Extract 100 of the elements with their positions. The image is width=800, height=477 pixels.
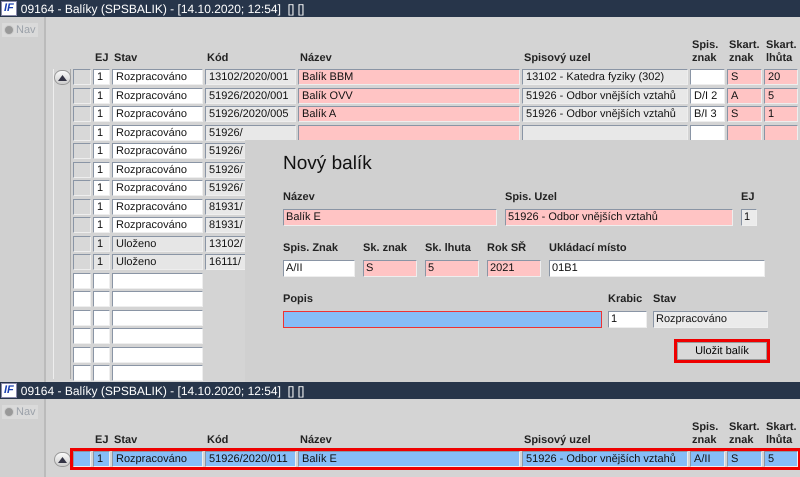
table-cell: Balík OVV bbox=[298, 88, 520, 104]
column-header: Spis. znak bbox=[692, 421, 720, 447]
table-cell: 1 bbox=[93, 451, 110, 467]
field-label: Popis bbox=[283, 293, 314, 305]
table-cell: Balík BBM bbox=[298, 69, 520, 85]
window-title: 09164 - Balíky (SPSBALIK) - [14.10.2020; 12:54] [] [] bbox=[20, 384, 304, 398]
field-label: Ukládací místo bbox=[549, 242, 628, 254]
table-cell: 20 bbox=[764, 69, 798, 85]
table-cell: 51926/2020/005 bbox=[205, 106, 296, 122]
column-header: Spisový uzel bbox=[524, 434, 592, 447]
input-field[interactable]: 2021 bbox=[487, 260, 541, 277]
row-selector[interactable] bbox=[73, 236, 91, 252]
column-header: Skart. lhůta bbox=[766, 39, 798, 65]
table-cell bbox=[727, 124, 762, 140]
table-cell: Rozpracováno bbox=[112, 162, 203, 178]
table-cell bbox=[690, 69, 725, 85]
row-selector[interactable] bbox=[73, 198, 91, 214]
table-cell: 5 bbox=[764, 451, 798, 467]
up-arrow-icon bbox=[58, 456, 66, 462]
table-cell: 1 bbox=[93, 236, 110, 252]
table-cell: 1 bbox=[93, 198, 110, 214]
table-cell: 13102/2020/001 bbox=[205, 69, 296, 85]
input-field[interactable]: 01B1 bbox=[549, 260, 765, 277]
input-field[interactable] bbox=[283, 311, 602, 328]
table-cell: Rozpracováno bbox=[112, 451, 203, 467]
table-cell: 51926/2020/011 bbox=[205, 451, 296, 467]
table-cell: 1 bbox=[93, 143, 110, 159]
table-cell: 1 bbox=[93, 180, 110, 196]
table-cell: 1 bbox=[93, 254, 110, 270]
row-selector[interactable] bbox=[73, 291, 91, 307]
row-selector[interactable] bbox=[73, 180, 91, 196]
table-cell bbox=[764, 124, 798, 140]
table-cell: Uloženo bbox=[112, 236, 203, 252]
column-header: Kód bbox=[207, 52, 230, 65]
field-label: Sk. lhuta bbox=[425, 242, 472, 254]
table-cell: Rozpracováno bbox=[112, 124, 203, 140]
table-cell: S bbox=[727, 106, 762, 122]
input-field[interactable]: 51926 - Odbor vnějších vztahů bbox=[505, 209, 733, 226]
scroll-up-button[interactable] bbox=[54, 70, 70, 85]
app-logo: IF bbox=[1, 1, 17, 16]
table-cell: 5 bbox=[764, 88, 798, 104]
row-selector[interactable] bbox=[73, 346, 91, 362]
table-cell: Rozpracováno bbox=[112, 198, 203, 214]
column-header: Skart. znak bbox=[729, 421, 761, 447]
table-cell: 1 bbox=[93, 69, 110, 85]
highlighted-row[interactable]: 1 Rozpracováno 51926/2020/011 Balík E 51926 - Odbor vnějších vztahů A/II S 5 bbox=[73, 451, 798, 467]
row-selector[interactable] bbox=[73, 162, 91, 178]
field-label: Sk. znak bbox=[363, 242, 408, 254]
column-header: Název bbox=[300, 434, 333, 447]
save-button[interactable]: Uložit balík bbox=[677, 342, 767, 360]
column-header: Kód bbox=[207, 434, 230, 447]
table-cell: 13102 - Katedra fyziky (302) bbox=[522, 69, 688, 85]
table-cell: Rozpracováno bbox=[112, 88, 203, 104]
table-cell: 1 bbox=[764, 106, 798, 122]
row-selector[interactable] bbox=[73, 328, 91, 344]
table-cell: Rozpracováno bbox=[112, 180, 203, 196]
input-field[interactable]: 5 bbox=[425, 260, 479, 277]
table-cell: A/II bbox=[690, 451, 725, 467]
column-header: Název bbox=[300, 52, 333, 65]
column-header: Stav bbox=[114, 434, 138, 447]
app-logo: IF bbox=[1, 383, 17, 398]
column-header: Stav bbox=[114, 52, 138, 65]
table-cell: 51926/ bbox=[205, 124, 296, 140]
table-cell: S bbox=[727, 451, 762, 467]
table-cell: 51926 - Odbor vnějších vztahů bbox=[522, 106, 688, 122]
scroll-up-button[interactable] bbox=[54, 452, 70, 467]
input-field[interactable]: 1 bbox=[741, 209, 757, 226]
table-cell: Rozpracováno bbox=[112, 69, 203, 85]
table-cell: A bbox=[727, 88, 762, 104]
field-label: Stav bbox=[653, 293, 678, 305]
input-field[interactable]: Rozpracováno bbox=[653, 311, 768, 328]
column-header: Spis. znak bbox=[692, 39, 720, 65]
row-selector[interactable] bbox=[73, 143, 91, 159]
row-selector[interactable] bbox=[73, 217, 91, 233]
table-cell: 51926/2020/001 bbox=[205, 88, 296, 104]
input-field[interactable]: Balík E bbox=[283, 209, 497, 226]
input-field[interactable]: A/II bbox=[283, 260, 355, 277]
input-field[interactable]: 1 bbox=[608, 311, 647, 328]
column-header: Spisový uzel bbox=[524, 52, 592, 65]
table-cell bbox=[690, 124, 725, 140]
column-header: EJ bbox=[95, 52, 110, 65]
table-cell: Rozpracováno bbox=[112, 217, 203, 233]
row-selector[interactable] bbox=[73, 310, 91, 326]
field-label: Spis. Uzel bbox=[505, 191, 558, 203]
scrollbar[interactable] bbox=[53, 69, 71, 379]
row-selector[interactable] bbox=[73, 106, 91, 122]
input-field[interactable]: S bbox=[363, 260, 417, 277]
row-selector[interactable] bbox=[73, 365, 91, 381]
table-cell bbox=[93, 310, 110, 326]
table-cell: 51926 - Odbor vnějších vztahů bbox=[522, 451, 688, 467]
row-selector[interactable] bbox=[73, 272, 91, 288]
table-cell: 1 bbox=[93, 124, 110, 140]
column-header: EJ bbox=[95, 434, 110, 447]
row-selector[interactable] bbox=[73, 124, 91, 140]
row-selector[interactable] bbox=[73, 254, 91, 270]
table-cell: Uloženo bbox=[112, 254, 203, 270]
table-cell: Balík E bbox=[298, 451, 520, 467]
table-cell: B/I 3 bbox=[690, 106, 725, 122]
table-cell bbox=[93, 346, 110, 362]
window-title: 09164 - Balíky (SPSBALIK) - [14.10.2020; 12:54] [] [] bbox=[20, 2, 304, 16]
